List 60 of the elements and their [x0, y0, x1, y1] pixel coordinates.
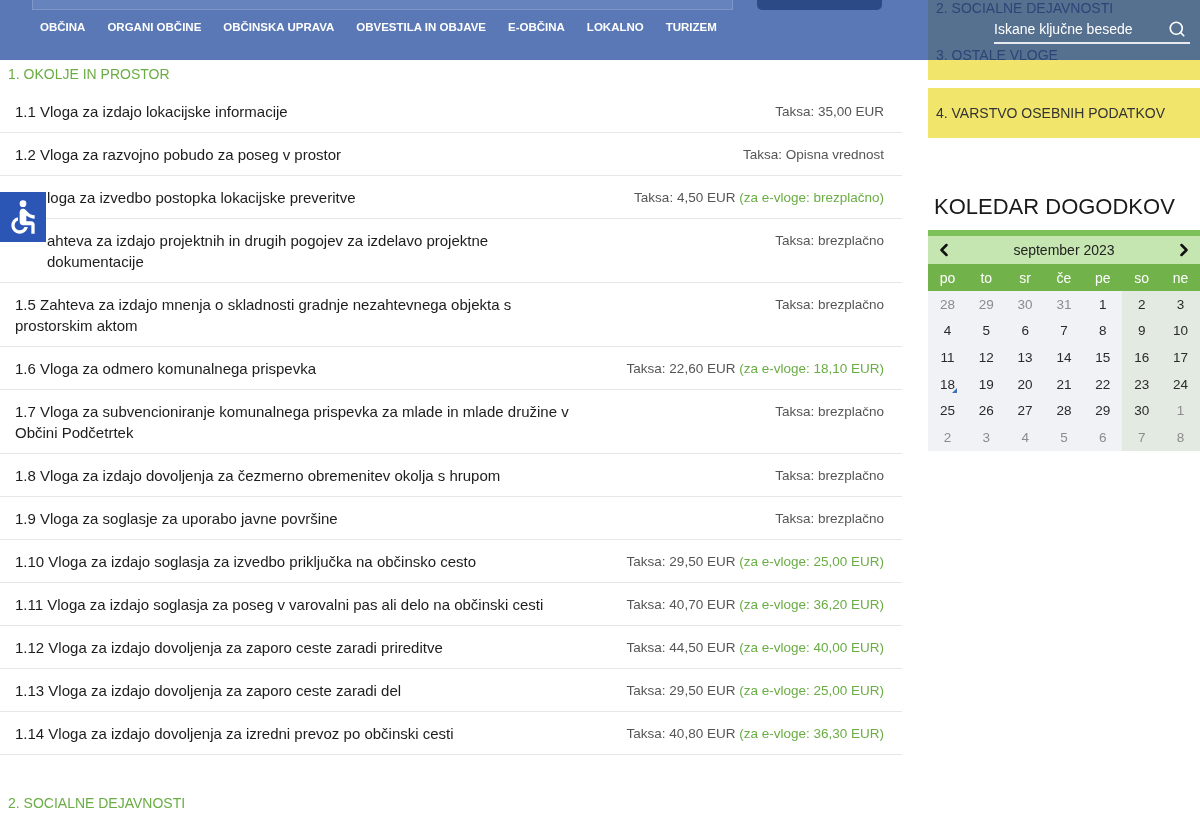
weekday-label: sr — [1018, 269, 1032, 286]
search-field[interactable]: Iskane ključne besede — [994, 16, 1190, 44]
nav-link[interactable]: OBVESTILA IN OBJAVE — [356, 21, 486, 33]
calendar-day[interactable]: 9 — [1122, 317, 1162, 345]
nav-link[interactable]: OBČINA — [40, 21, 86, 33]
form-link[interactable]: 1.5 Zahteva za izdajo mnenja o skladnosti gradnje nezahtevnega objekta s prostorskim aktom — [15, 294, 580, 336]
calendar-title: KOLEDAR DOGODKOV — [933, 193, 1176, 221]
form-link[interactable]: 1.7 Vloga za subvencioniranje komunalnega prispevka za mlade in mlade družine v Občini Podčetrtek — [15, 401, 580, 443]
month-label: september 2023 — [1013, 242, 1115, 258]
calendar-day[interactable]: 23 — [1122, 370, 1162, 398]
form-link[interactable]: 1.2 Vloga za razvojno pobudo za poseg v prostor — [15, 144, 342, 165]
weekday-label: to — [979, 269, 994, 286]
fee-text: Taksa: 44,50 EUR (za e-vloge: 40,00 EUR) — [626, 639, 884, 657]
nav-link[interactable]: LOKALNO — [586, 21, 644, 33]
weekday-label: ne — [1171, 269, 1190, 286]
form-link[interactable]: 1.9 Vloga za soglasje za uporabo javne površine — [15, 508, 338, 529]
form-link[interactable]: 1.8 Vloga za izdajo dovoljenja za čezmerno obremenitev okolja s hrupom — [15, 465, 501, 486]
search-icon[interactable] — [1168, 20, 1186, 38]
weekday-label: pe — [1094, 269, 1112, 286]
form-link[interactable]: 1.11 Vloga za izdajo soglasja za poseg v varovalni pas ali delo na občinski cesti — [15, 594, 544, 615]
fee-text: Taksa: 29,50 EUR (za e-vloge: 25,00 EUR) — [626, 682, 884, 700]
fee-text: Taksa: 29,50 EUR (za e-vloge: 25,00 EUR) — [626, 553, 884, 571]
fee-text: Taksa: brezplačno — [775, 467, 884, 485]
fee-text: Taksa: Opisna vrednost — [742, 146, 884, 164]
fee-text: Taksa: brezplačno — [775, 510, 884, 528]
form-link[interactable]: 1.14 Vloga za izdajo dovoljenja za izredni prevoz po občinski cesti — [15, 723, 454, 744]
form-link[interactable]: 1.1 Vloga za izdajo lokacijske informacije — [15, 101, 288, 122]
calendar-day[interactable]: 10 — [1161, 317, 1200, 345]
fee-text: Taksa: brezplačno — [775, 232, 884, 250]
calendar-day[interactable]: 3 — [1161, 291, 1200, 318]
calendar-day[interactable]: 17 — [1161, 344, 1200, 371]
fee-text: Taksa: 40,80 EUR (za e-vloge: 36,30 EUR) — [626, 725, 884, 743]
section-heading: 1. OKOLJE IN PROSTOR — [7, 65, 171, 84]
category-link[interactable]: 4. VARSTVO OSEBNIH PODATKOV — [928, 88, 1200, 138]
accessibility-button[interactable] — [0, 192, 46, 242]
fee-text: Taksa: brezplačno — [775, 296, 884, 314]
weekday-label: če — [1055, 269, 1073, 286]
form-link[interactable]: 1.10 Vloga za izdajo soglasja za izvedbo priključka na občinsko cesto — [15, 551, 477, 572]
form-link[interactable]: loga za izvedbo postopka lokacijske preveritve — [47, 187, 356, 208]
fee-text: Taksa: brezplačno — [775, 403, 884, 421]
fee-text: Taksa: 4,50 EUR (za e-vloge: brezplačno) — [634, 189, 884, 207]
section-heading: 2. SOCIALNE DEJAVNOSTI — [7, 794, 187, 813]
nav-link[interactable]: ORGANI OBČINE — [107, 21, 202, 33]
fee-text: Taksa: 35,00 EUR — [775, 103, 884, 121]
form-link[interactable]: 1.12 Vloga za izdajo dovoljenja za zaporo ceste zaradi prireditve — [15, 637, 443, 658]
calendar-day[interactable]: 16 — [1122, 344, 1162, 371]
weekday-label: po — [938, 269, 957, 286]
calendar-day[interactable]: 30 — [1122, 397, 1162, 424]
fee-text: Taksa: 22,60 EUR (za e-vloge: 18,10 EUR) — [626, 360, 884, 378]
form-link[interactable]: 1.6 Vloga za odmero komunalnega prispevka — [15, 358, 317, 379]
weekday-label: so — [1133, 269, 1151, 286]
form-link[interactable]: 1.13 Vloga za izdajo dovoljenja za zaporo ceste zaradi del — [15, 680, 402, 701]
calendar-day[interactable]: 2 — [1122, 291, 1162, 318]
form-link[interactable]: ahteva za izdajo projektnih in drugih pogojev za izdelavo projektne dokumentacije — [47, 230, 580, 272]
fee-text: Taksa: 40,70 EUR (za e-vloge: 36,20 EUR) — [626, 596, 884, 614]
input-field[interactable] — [32, 0, 733, 10]
nav-link[interactable]: E-OBČINA — [508, 21, 565, 33]
nav-link[interactable]: TURIZEM — [665, 21, 717, 33]
nav-link[interactable]: OBČINSKA UPRAVA — [223, 21, 335, 33]
calendar-day[interactable]: 24 — [1161, 370, 1200, 398]
